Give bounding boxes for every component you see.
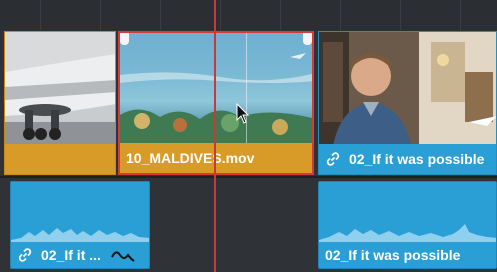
- clip-label-bar: 02_If it was possible: [319, 144, 496, 174]
- audio-clip-left[interactable]: 02_If it ...: [10, 181, 150, 269]
- audio-waveform: [11, 202, 149, 242]
- ruler-tick: [340, 0, 341, 30]
- clip-label: 10_MALDIVES.mov: [126, 150, 255, 166]
- trim-handle-left[interactable]: [120, 33, 129, 45]
- link-icon: [325, 151, 341, 167]
- clip-label-bar: [5, 144, 115, 174]
- timeline-ruler[interactable]: [0, 0, 497, 30]
- clip-label: 02_If it was possible: [349, 151, 485, 167]
- clip-label-bar: 02_If it was possible: [319, 242, 496, 268]
- audio-waveform: [319, 202, 496, 242]
- timeline-panel: 10_MALDIVES.mov 02_If it was possible 02…: [0, 0, 497, 272]
- clip-thumbnail-plane: [5, 32, 115, 146]
- ruler-tick: [40, 0, 41, 30]
- clip-label: 02_If it ...: [41, 247, 101, 263]
- ruler-tick: [400, 0, 401, 30]
- link-icon: [17, 247, 33, 263]
- video-clip-plane[interactable]: [4, 31, 116, 175]
- ruler-tick: [160, 0, 161, 30]
- ruler-tick: [100, 0, 101, 30]
- ruler-tick: [280, 0, 281, 30]
- clip-label: 02_If it was possible: [325, 247, 461, 263]
- clip-label-bar: 02_If it ...: [11, 242, 149, 268]
- mouse-pointer-icon: [236, 102, 250, 125]
- waveform-curve-icon[interactable]: [111, 247, 135, 263]
- ruler-tick: [460, 0, 461, 30]
- audio-clip-right[interactable]: 02_If it was possible: [318, 181, 497, 269]
- video-clip-maldives[interactable]: 10_MALDIVES.mov: [118, 31, 314, 175]
- clip-label-bar: 10_MALDIVES.mov: [120, 143, 312, 173]
- clip-thumbnail-interview: [319, 32, 496, 146]
- clip-thumbnail-maldives: [120, 33, 312, 147]
- video-clip-interview[interactable]: 02_If it was possible: [318, 31, 497, 175]
- playhead[interactable]: [214, 0, 216, 272]
- ruler-tick: [220, 0, 221, 30]
- trim-handle-right[interactable]: [303, 33, 312, 45]
